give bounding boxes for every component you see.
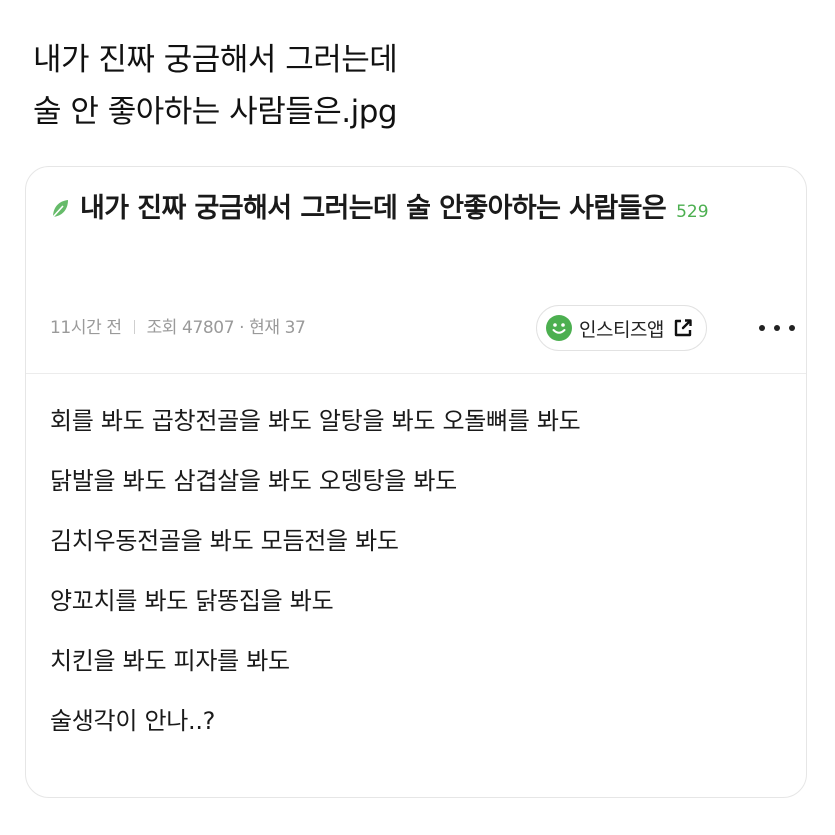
- body-line: 양꼬치를 봐도 닭똥집을 봐도: [50, 587, 334, 615]
- comment-count-badge[interactable]: 529: [676, 202, 708, 222]
- more-dot: [774, 325, 780, 331]
- post-card: 내가 진짜 궁금해서 그러는데 술 안좋아하는 사람들은 529 11시간 전 조회…: [25, 166, 807, 798]
- body-line: 닭발을 봐도 삼겹살을 봐도 오뎅탕을 봐도: [50, 467, 457, 495]
- smile-icon: [546, 315, 572, 341]
- post-body: 회를 봐도 곱창전골을 봐도 알탕을 봐도 오돌뼈를 봐도 닭발을 봐도 삼겹살…: [50, 397, 790, 757]
- screenshot-page: 내가 진짜 궁금해서 그러는데 술 안 좋아하는 사람들은.jpg 내가 진짜 …: [0, 0, 835, 835]
- more-dots-icon[interactable]: [759, 317, 795, 339]
- caption-line-1: 내가 진짜 궁금해서 그러는데: [33, 42, 398, 78]
- post-time: 11시간 전: [50, 318, 122, 338]
- post-views: 조회 47807 · 현재 37: [146, 318, 306, 338]
- body-line: 술생각이 안나..?: [50, 707, 216, 735]
- post-meta: 11시간 전 조회 47807 · 현재 37: [50, 313, 306, 338]
- open-in-app-label: 인스티즈앱: [579, 318, 664, 341]
- header-divider: [26, 373, 806, 374]
- leaf-icon: [52, 200, 68, 218]
- more-dot: [759, 325, 765, 331]
- body-line: 치킨을 봐도 피자를 봐도: [50, 647, 290, 675]
- more-dot: [789, 325, 795, 331]
- caption-line-2: 술 안 좋아하는 사람들은.jpg: [33, 94, 398, 130]
- post-title[interactable]: 내가 진짜 궁금해서 그러는데 술 안좋아하는 사람들은: [80, 193, 667, 224]
- body-line: 김치우동전골을 봐도 모듬전을 봐도: [50, 527, 399, 555]
- meta-divider: [133, 320, 135, 334]
- post-caption: 내가 진짜 궁금해서 그러는데 술 안 좋아하는 사람들은.jpg: [33, 34, 398, 138]
- post-title-block[interactable]: 내가 진짜 궁금해서 그러는데 술 안좋아하는 사람들은 529: [50, 185, 780, 236]
- body-line: 회를 봐도 곱창전골을 봐도 알탕을 봐도 오돌뼈를 봐도: [50, 407, 581, 435]
- external-link-icon: [674, 319, 692, 337]
- open-in-app-button[interactable]: 인스티즈앱: [536, 305, 707, 351]
